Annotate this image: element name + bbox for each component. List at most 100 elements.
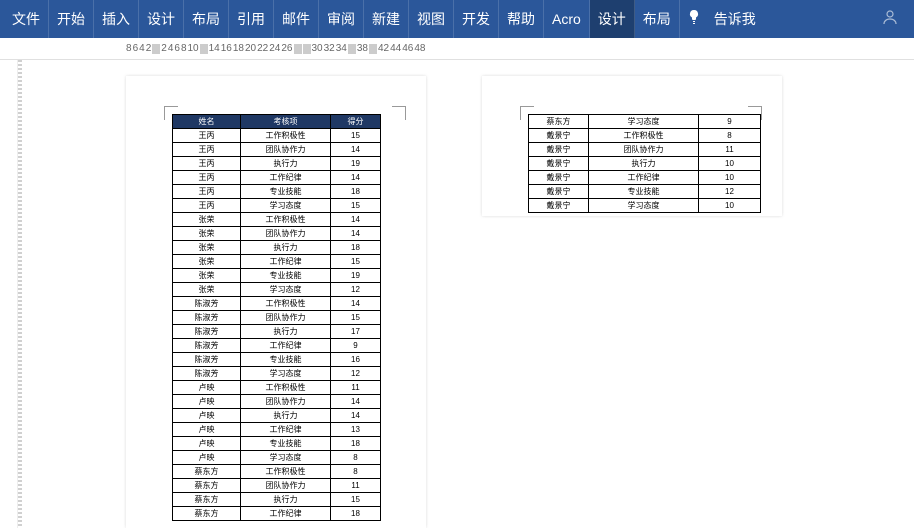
table-cell[interactable]: 张荣 [173,283,241,297]
table-cell[interactable]: 工作纪律 [241,255,331,269]
table-row[interactable]: 卢映专业技能18 [173,437,381,451]
table-cell[interactable]: 14 [331,395,381,409]
table-cell[interactable]: 卢映 [173,423,241,437]
table-cell[interactable]: 12 [331,283,381,297]
table-cell[interactable]: 学习态度 [241,451,331,465]
table-cell[interactable]: 戴景宁 [529,199,589,213]
table-row[interactable]: 王丙工作积极性15 [173,129,381,143]
table-cell[interactable]: 王丙 [173,157,241,171]
table-row[interactable]: 王丙学习态度15 [173,199,381,213]
table-cell[interactable]: 11 [699,143,761,157]
table-header[interactable]: 考核项 [241,115,331,129]
table-cell[interactable]: 卢映 [173,437,241,451]
table-row[interactable]: 蔡东方工作纪律18 [173,507,381,521]
table-cell[interactable]: 专业技能 [589,185,699,199]
table-cell[interactable]: 团队协作力 [241,479,331,493]
table-cell[interactable]: 工作积极性 [589,129,699,143]
table-cell[interactable]: 18 [331,241,381,255]
table-cell[interactable]: 工作纪律 [589,171,699,185]
table-cell[interactable]: 执行力 [241,157,331,171]
ribbon-tab-3[interactable]: 设计 [139,0,184,38]
table-row[interactable]: 张荣工作纪律15 [173,255,381,269]
table-cell[interactable]: 张荣 [173,241,241,255]
ribbon-tab-12[interactable]: Acro [544,0,590,38]
table-cell[interactable]: 陈淑芳 [173,367,241,381]
table-cell[interactable]: 15 [331,199,381,213]
table-cell[interactable]: 蔡东方 [173,507,241,521]
table-row[interactable]: 王丙团队协作力14 [173,143,381,157]
table-row[interactable]: 蔡东方执行力15 [173,493,381,507]
table-cell[interactable]: 11 [331,479,381,493]
table-cell[interactable]: 张荣 [173,213,241,227]
table-cell[interactable]: 蔡东方 [173,479,241,493]
table-cell[interactable]: 工作纪律 [241,507,331,521]
table-cell[interactable]: 8 [331,451,381,465]
table-cell[interactable]: 王丙 [173,129,241,143]
table-header[interactable]: 得分 [331,115,381,129]
table-cell[interactable]: 学习态度 [241,199,331,213]
ribbon-tab-6[interactable]: 邮件 [274,0,319,38]
table-cell[interactable]: 工作积极性 [241,465,331,479]
table-cell[interactable]: 13 [331,423,381,437]
table-cell[interactable]: 陈淑芳 [173,325,241,339]
table-cell[interactable]: 工作纪律 [241,339,331,353]
lightbulb-icon[interactable] [686,9,702,30]
ribbon-tab-10[interactable]: 开发 [454,0,499,38]
table-cell[interactable]: 工作纪律 [241,423,331,437]
table-header[interactable]: 姓名 [173,115,241,129]
table-cell[interactable]: 卢映 [173,409,241,423]
data-table-2[interactable]: 蔡东方学习态度9戴景宁工作积极性8戴景宁团队协作力11戴景宁执行力10戴景宁工作… [528,114,761,213]
table-cell[interactable]: 团队协作力 [241,143,331,157]
table-cell[interactable]: 15 [331,311,381,325]
table-row[interactable]: 戴景宁执行力10 [529,157,761,171]
table-cell[interactable]: 张荣 [173,255,241,269]
table-cell[interactable]: 戴景宁 [529,143,589,157]
ribbon-tab-4[interactable]: 布局 [184,0,229,38]
table-cell[interactable]: 工作积极性 [241,213,331,227]
table-row[interactable]: 戴景宁工作纪律10 [529,171,761,185]
table-row[interactable]: 蔡东方工作积极性8 [173,465,381,479]
ribbon-tab-9[interactable]: 视图 [409,0,454,38]
table-row[interactable]: 戴景宁工作积极性8 [529,129,761,143]
ribbon-tab-5[interactable]: 引用 [229,0,274,38]
table-row[interactable]: 戴景宁专业技能12 [529,185,761,199]
table-cell[interactable]: 14 [331,143,381,157]
ribbon-tab-8[interactable]: 新建 [364,0,409,38]
table-row[interactable]: 王丙执行力19 [173,157,381,171]
table-cell[interactable]: 18 [331,437,381,451]
table-cell[interactable]: 15 [331,493,381,507]
table-row[interactable]: 蔡东方团队协作力11 [173,479,381,493]
table-cell[interactable]: 团队协作力 [241,395,331,409]
table-cell[interactable]: 17 [331,325,381,339]
ribbon-tab-14[interactable]: 布局 [635,0,680,38]
table-cell[interactable]: 专业技能 [241,185,331,199]
table-cell[interactable]: 工作纪律 [241,171,331,185]
table-cell[interactable]: 10 [699,171,761,185]
table-cell[interactable]: 张荣 [173,227,241,241]
table-cell[interactable]: 蔡东方 [173,493,241,507]
tell-me[interactable]: 告诉我 [706,9,764,29]
table-cell[interactable]: 8 [331,465,381,479]
table-row[interactable]: 蔡东方学习态度9 [529,115,761,129]
table-row[interactable]: 王丙工作纪律14 [173,171,381,185]
table-row[interactable]: 陈淑芳工作积极性14 [173,297,381,311]
table-row[interactable]: 卢映学习态度8 [173,451,381,465]
table-cell[interactable]: 10 [699,199,761,213]
table-row[interactable]: 张荣团队协作力14 [173,227,381,241]
ribbon-tab-0[interactable]: 文件 [4,0,49,38]
table-cell[interactable]: 陈淑芳 [173,353,241,367]
table-cell[interactable]: 18 [331,185,381,199]
table-cell[interactable]: 18 [331,507,381,521]
table-row[interactable]: 陈淑芳团队协作力15 [173,311,381,325]
table-row[interactable]: 张荣学习态度12 [173,283,381,297]
table-cell[interactable]: 9 [331,339,381,353]
table-row[interactable]: 戴景宁团队协作力11 [529,143,761,157]
table-cell[interactable]: 14 [331,227,381,241]
ribbon-tab-13[interactable]: 设计 [590,0,635,38]
table-row[interactable]: 张荣专业技能19 [173,269,381,283]
table-cell[interactable]: 戴景宁 [529,129,589,143]
table-cell[interactable]: 卢映 [173,395,241,409]
table-cell[interactable]: 王丙 [173,171,241,185]
table-cell[interactable]: 执行力 [241,493,331,507]
table-cell[interactable]: 蔡东方 [529,115,589,129]
